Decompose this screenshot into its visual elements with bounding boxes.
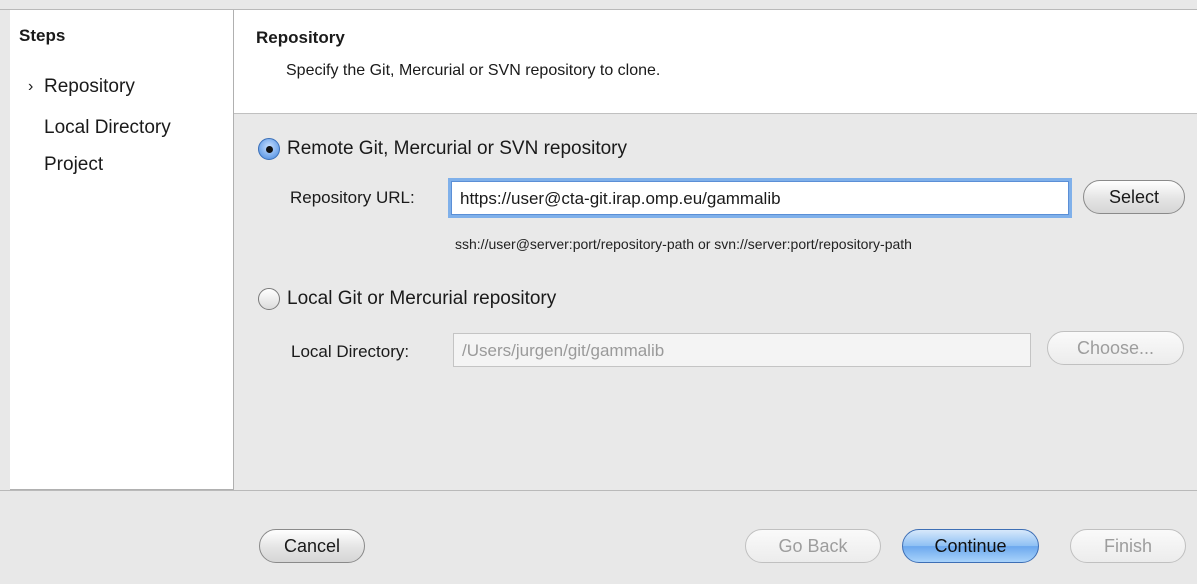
- remote-repository-radio[interactable]: [258, 138, 280, 160]
- continue-button[interactable]: Continue: [902, 529, 1039, 563]
- remote-repository-radio-label[interactable]: Remote Git, Mercurial or SVN repository: [287, 138, 627, 160]
- url-format-hint: ssh://user@server:port/repository-path o…: [455, 236, 912, 252]
- page-description: Specify the Git, Mercurial or SVN reposi…: [286, 62, 661, 79]
- cancel-button[interactable]: Cancel: [259, 529, 365, 563]
- select-button[interactable]: Select: [1083, 180, 1185, 214]
- current-step-marker: ›: [28, 78, 34, 95]
- step-project: Project: [44, 154, 104, 175]
- steps-title: Steps: [19, 26, 66, 45]
- local-directory-input[interactable]: /Users/jurgen/git/gammalib: [453, 333, 1031, 367]
- wizard-header: Repository Specify the Git, Mercurial or…: [234, 10, 1197, 114]
- choose-button[interactable]: Choose...: [1047, 331, 1184, 365]
- local-repository-radio[interactable]: [258, 288, 280, 310]
- local-repository-radio-label[interactable]: Local Git or Mercurial repository: [287, 288, 556, 310]
- step-local-directory: Local Directory: [44, 117, 171, 138]
- finish-button[interactable]: Finish: [1070, 529, 1186, 563]
- local-directory-label: Local Directory:: [291, 342, 410, 361]
- repository-url-label: Repository URL:: [290, 188, 415, 207]
- page-title: Repository: [256, 28, 345, 47]
- footer-divider: [0, 490, 1197, 491]
- go-back-button[interactable]: Go Back: [745, 529, 881, 563]
- repository-url-input[interactable]: https://user@cta-git.irap.omp.eu/gammali…: [451, 181, 1069, 215]
- step-repository: Repository: [44, 76, 135, 97]
